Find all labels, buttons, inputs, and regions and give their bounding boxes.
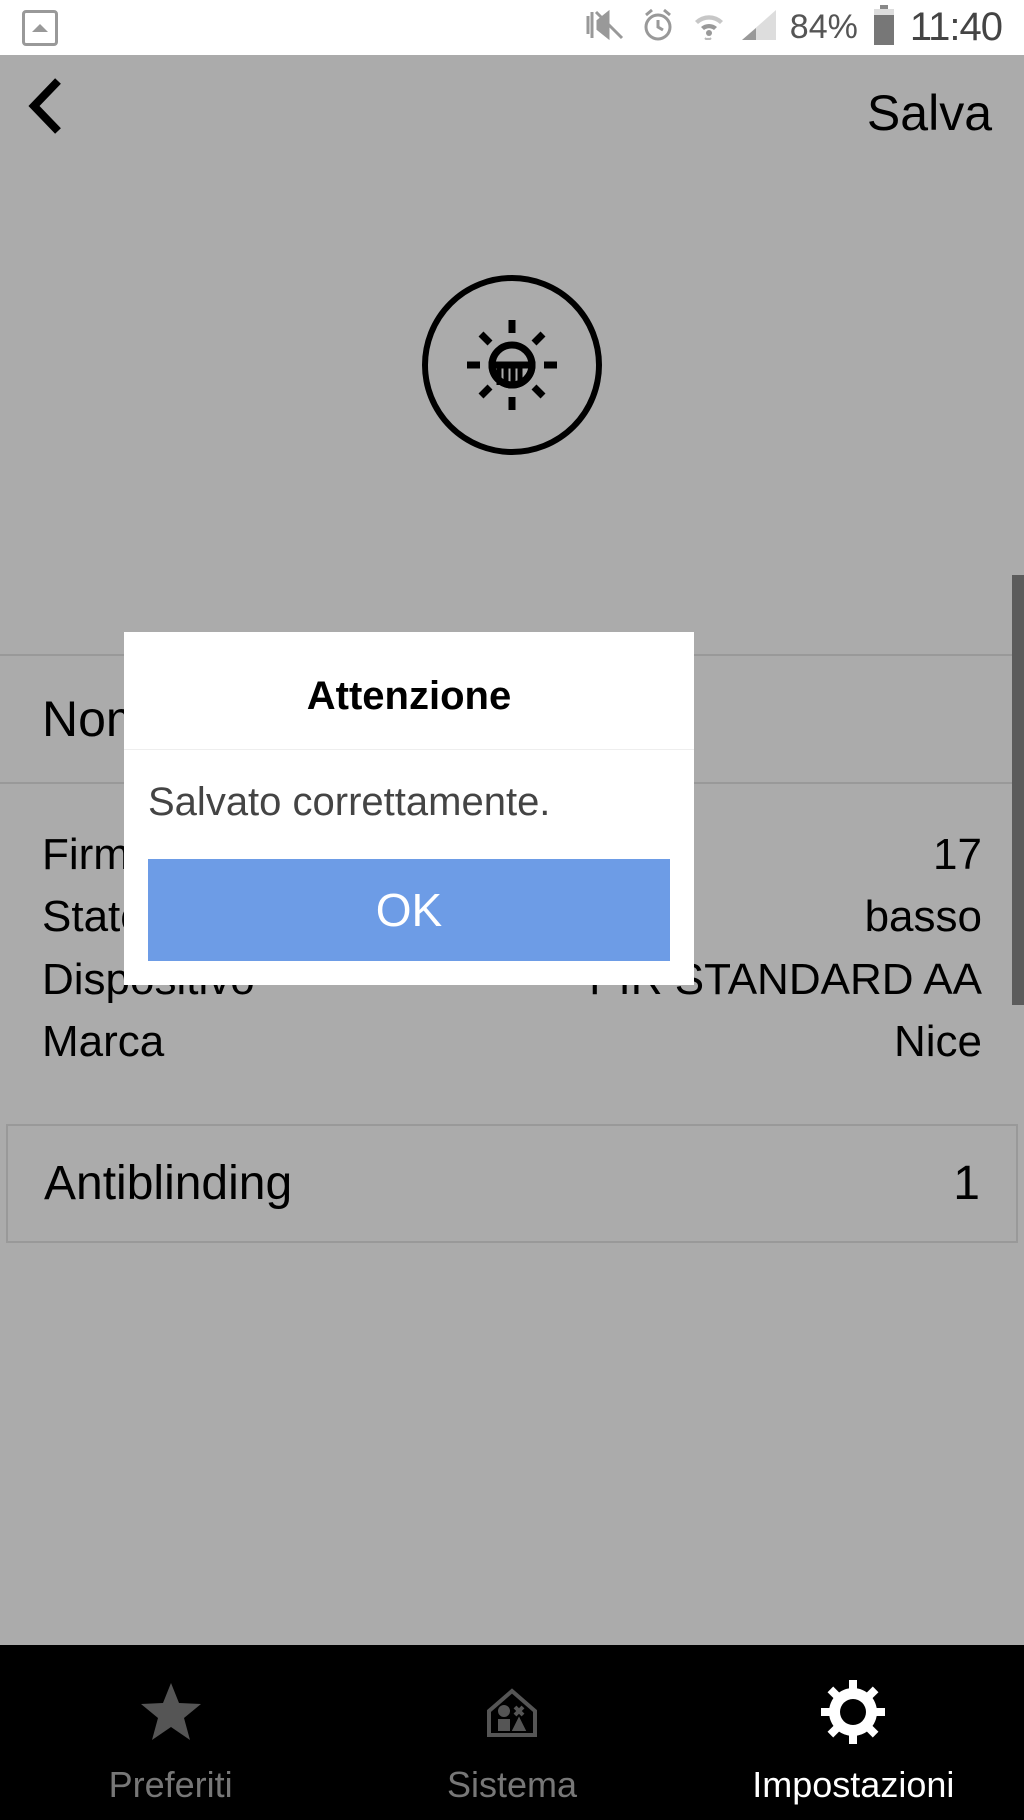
tab-label: Preferiti (109, 1764, 233, 1806)
tab-label: Impostazioni (752, 1764, 954, 1806)
tab-bar: Preferiti Sistema Impostazioni (0, 1645, 1024, 1820)
tab-favorites[interactable]: Preferiti (0, 1645, 341, 1820)
tab-settings[interactable]: Impostazioni (683, 1645, 1024, 1820)
alert-dialog: Attenzione Salvato correttamente. OK (124, 632, 694, 985)
vibrate-mute-icon (586, 8, 626, 47)
app-content: Salva Dettagli sensore Nome Firmware 17 … (0, 55, 1024, 1645)
star-icon (136, 1677, 206, 1756)
tab-label: Sistema (447, 1764, 577, 1806)
signal-icon (742, 10, 776, 45)
picture-icon (22, 10, 58, 46)
alert-title: Attenzione (124, 632, 694, 750)
battery-percent: 84% (790, 8, 858, 47)
ok-button[interactable]: OK (148, 859, 670, 961)
tab-system[interactable]: Sistema (341, 1645, 682, 1820)
battery-icon (872, 5, 896, 50)
clock-time: 11:40 (910, 5, 1002, 50)
gear-icon (818, 1677, 888, 1756)
wifi-icon (690, 10, 728, 45)
alarm-icon (640, 7, 676, 48)
alert-message: Salvato correttamente. (124, 750, 694, 825)
house-icon (477, 1677, 547, 1756)
status-bar: 84% 11:40 (0, 0, 1024, 55)
